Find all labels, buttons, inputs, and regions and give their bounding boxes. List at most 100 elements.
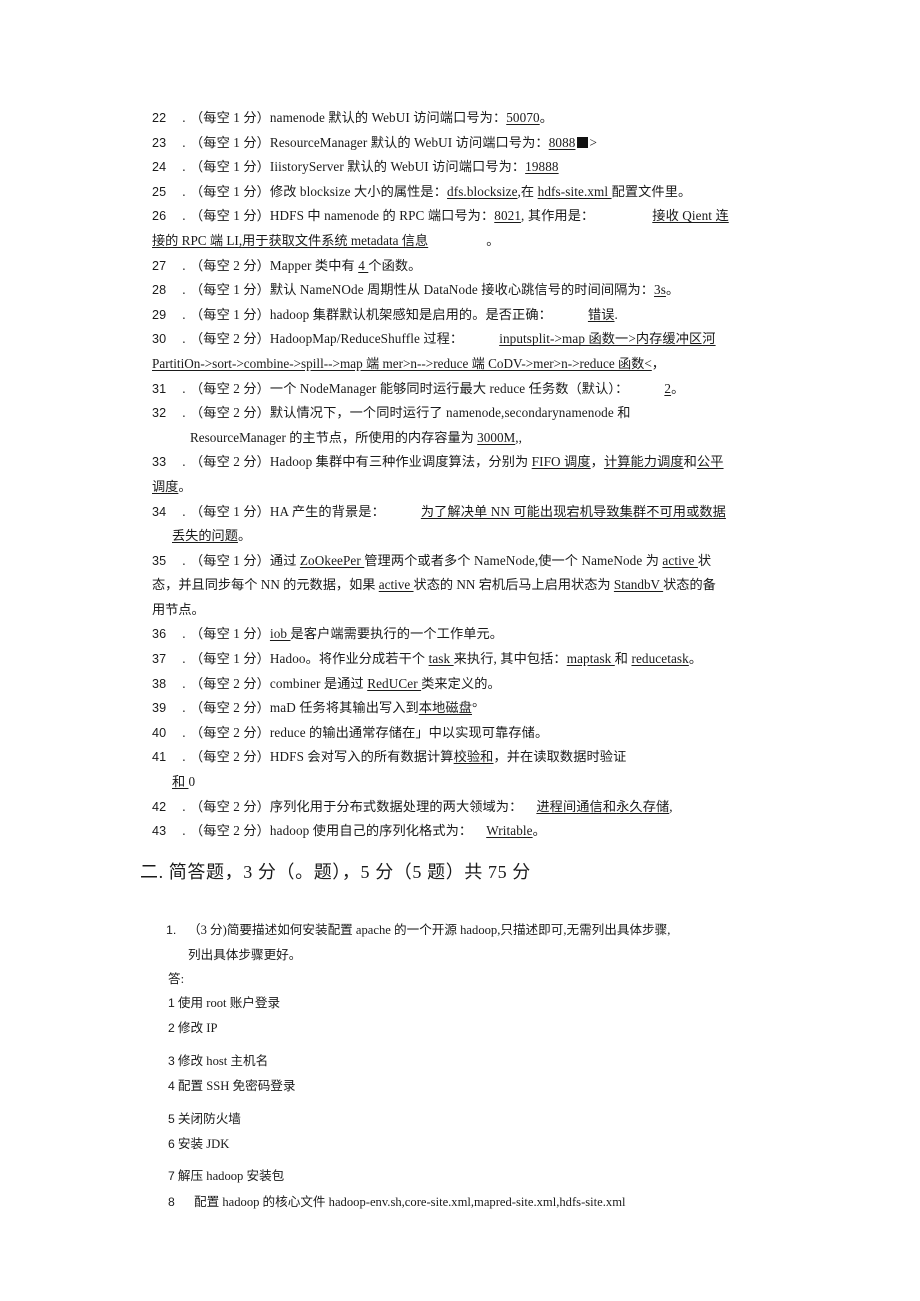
blank-question-item: 41. （每空 2 分）HDFS 会对写入的所有数据计算校验和，并在读取数据时验证 — [152, 745, 792, 770]
answer-step: 7 解压 hadoop 安装包 — [168, 1164, 808, 1189]
question-text: 。 — [665, 282, 680, 298]
question-number: 40 — [152, 725, 167, 740]
question-number: 37 — [152, 652, 167, 667]
question-number-separator: . — [182, 306, 186, 322]
question-text: 用节点。 — [152, 601, 205, 617]
question-text: 和 — [683, 454, 697, 470]
question-body: （每空 1 分）HDFS 中 namenode 的 RPC 端口号为：8021,… — [190, 204, 792, 229]
answer-text: 接的 RPC 端 LI,用于获取文件系统 metadata 信息 — [152, 232, 429, 248]
answer-text: 8021 — [494, 208, 522, 224]
answer-step-text: 修改 host 主机名 — [174, 1053, 269, 1068]
answer-text: 4 — [358, 257, 369, 273]
redaction-block-icon — [577, 136, 589, 148]
question-number: 42 — [152, 799, 167, 814]
question-number: 27 — [152, 258, 167, 273]
answer-text: 丢失的问题 — [172, 528, 238, 544]
question-text: 态，并且同步每个 NN 的元数据，如果 — [152, 577, 379, 593]
question-continuation-line: 丢失的问题。 — [152, 524, 792, 549]
exam-paper-page: 22. （每空 1 分）namenode 默认的 WebUI 访问端口号为：500… — [0, 0, 920, 1301]
question-number: 38 — [152, 676, 167, 691]
answer-text: 本地磁盘 — [418, 700, 472, 716]
question-continuation-line: 用节点。 — [152, 598, 792, 623]
question-text: 。 — [539, 110, 553, 125]
question-number: 1. — [166, 923, 177, 937]
question-number: 23 — [152, 135, 167, 150]
question-text: （每空 1 分）ResourceManager 默认的 WebUI 访问端口号为… — [190, 134, 549, 150]
question-text: （每空 2 分）一个 NodeManager 能够同时运行最大 reduce 任… — [190, 380, 629, 396]
answer-step-text: 使用 root 账户登录 — [174, 996, 281, 1010]
question-body: （每空 2 分）hadoop 使用自己的序列化格式为： Writable。 — [190, 819, 792, 844]
answer-text: 和 — [172, 774, 189, 790]
question-number: 25 — [152, 184, 167, 199]
answer-step-number: 8 — [168, 1194, 175, 1209]
question-continuation-line: 和 0 — [152, 770, 792, 795]
answer-text: 50070 — [506, 110, 540, 125]
question-text: 状态的备 — [663, 577, 716, 593]
answer-text: 3s — [654, 282, 666, 298]
question-text: （每空 1 分） — [190, 626, 270, 642]
answer-step: 5 关闭防火墙 — [168, 1107, 808, 1132]
blank-question-item: 35. （每空 1 分）通过 ZoOkeePer 管理两个或者多个 NameNod… — [152, 549, 792, 574]
question-body: （每空 2 分）reduce 的输出通常存储在」中以实现可靠存储。 — [190, 721, 792, 746]
answer-step-number: 3 — [168, 1053, 175, 1068]
answer-text: inputsplit->map 函数一>内存缓冲区河 — [499, 331, 716, 347]
question-number-separator: . — [182, 405, 186, 421]
question-body: （每空 2 分）combiner 是通过 RedUCer 类来定义的。 — [190, 672, 792, 697]
question-body: （每空 1 分）修改 blocksize 大小的属性是：dfs.blocksiz… — [190, 180, 792, 205]
question-number-separator: . — [182, 823, 186, 839]
answer-steps-list: 1 使用 root 账户登录 2 修改 IP 3 修改 host 主机名 4 配置 S… — [168, 991, 808, 1215]
question-first-line: 1. （3 分)简要描述如何安装配置 apache 的一个开源 hadoop,只… — [166, 918, 796, 943]
question-text: （每空 1 分）namenode 默认的 WebUI 访问端口号为： — [190, 110, 507, 125]
question-text: 。 — [178, 478, 192, 494]
question-text: ° — [472, 700, 478, 716]
question-text: （每空 1 分）HA 产生的背景是： — [190, 503, 385, 519]
question-text: 个函数。 — [368, 257, 422, 273]
question-number-separator: . — [182, 159, 186, 175]
answer-text: ZoOkeePer — [299, 552, 365, 568]
answer-step-text: 安装 JDK — [174, 1137, 230, 1152]
question-body: （每空 2 分）HDFS 会对写入的所有数据计算校验和，并在读取数据时验证 — [190, 745, 792, 770]
answer-text: task — [428, 651, 454, 667]
question-number: 29 — [152, 307, 167, 322]
blank-question-item: 36. （每空 1 分）iob 是客户端需要执行的一个工作单元。 — [152, 622, 792, 647]
blank-question-item: 30. （每空 2 分）HadoopMap/ReduceShuffle 过程： in… — [152, 327, 792, 352]
question-text: ， — [590, 454, 604, 470]
question-number: 31 — [152, 381, 167, 396]
question-continuation-line: 接的 RPC 端 LI,用于获取文件系统 metadata 信息 。 — [152, 229, 792, 254]
fill-in-blank-question-list: 22. （每空 1 分）namenode 默认的 WebUI 访问端口号为：500… — [152, 106, 792, 844]
question-number-separator: . — [182, 626, 186, 642]
blank-question-item: 24. （每空 1 分）IiistoryServer 默认的 WebUI 访问端口… — [152, 155, 792, 180]
question-continuation-line: ResourceManager 的主节点，所使用的内存容量为 3000M,, — [152, 426, 792, 451]
answer-step: 4 配置 SSH 免密码登录 — [168, 1074, 808, 1099]
answer-step-text: 配置 hadoop 的核心文件 hadoop-env.sh,core-site.… — [194, 1194, 626, 1209]
question-number-separator: . — [182, 749, 186, 765]
question-number-separator: . — [182, 110, 186, 125]
question-number: 43 — [152, 824, 167, 839]
answer-step: 2 修改 IP — [168, 1016, 808, 1041]
section-two-heading: 二. 简答题，3 分（。题），5 分（5 题）共 75 分 — [140, 862, 531, 882]
answer-text: hdfs-site.xml — [537, 183, 612, 199]
answer-text: 8088 — [548, 134, 576, 150]
question-body: （每空 2 分）HadoopMap/ReduceShuffle 过程： input… — [190, 327, 792, 352]
question-number: 32 — [152, 406, 167, 421]
blank-question-item: 23. （每空 1 分）ResourceManager 默认的 WebUI 访问端… — [152, 131, 792, 156]
answer-text: active — [662, 552, 698, 568]
blank-question-item: 22. （每空 1 分）namenode 默认的 WebUI 访问端口号为：500… — [152, 106, 792, 131]
question-text: （每空 2 分）HadoopMap/ReduceShuffle 过程： — [190, 331, 464, 347]
question-text: 状 — [697, 552, 712, 568]
question-text-line-1: （3 分)简要描述如何安装配置 apache 的一个开源 hadoop,只描述即… — [188, 923, 671, 937]
question-number-separator: . — [182, 454, 186, 470]
question-number-separator: . — [182, 134, 186, 150]
question-text: 。 — [532, 823, 546, 839]
answer-step-text: 修改 IP — [174, 1021, 218, 1036]
question-number: 24 — [152, 160, 167, 175]
question-body: （每空 1 分）hadoop 集群默认机架感知是启用的。是否正确： 错误. — [190, 303, 792, 328]
answer-text: 接收 Qient 连 — [652, 208, 729, 224]
answer-step-number: 1 — [168, 996, 175, 1010]
blank-question-item: 31. （每空 2 分）一个 NodeManager 能够同时运行最大 reduc… — [152, 377, 792, 402]
question-number: 33 — [152, 455, 167, 470]
question-text: （每空 1 分）通过 — [190, 552, 300, 568]
question-text-line-2: 列出具体步骤更好。 — [188, 948, 302, 962]
blank-question-item: 38. （每空 2 分）combiner 是通过 RedUCer 类来定义的。 — [152, 672, 792, 697]
question-text: , — [669, 798, 673, 814]
